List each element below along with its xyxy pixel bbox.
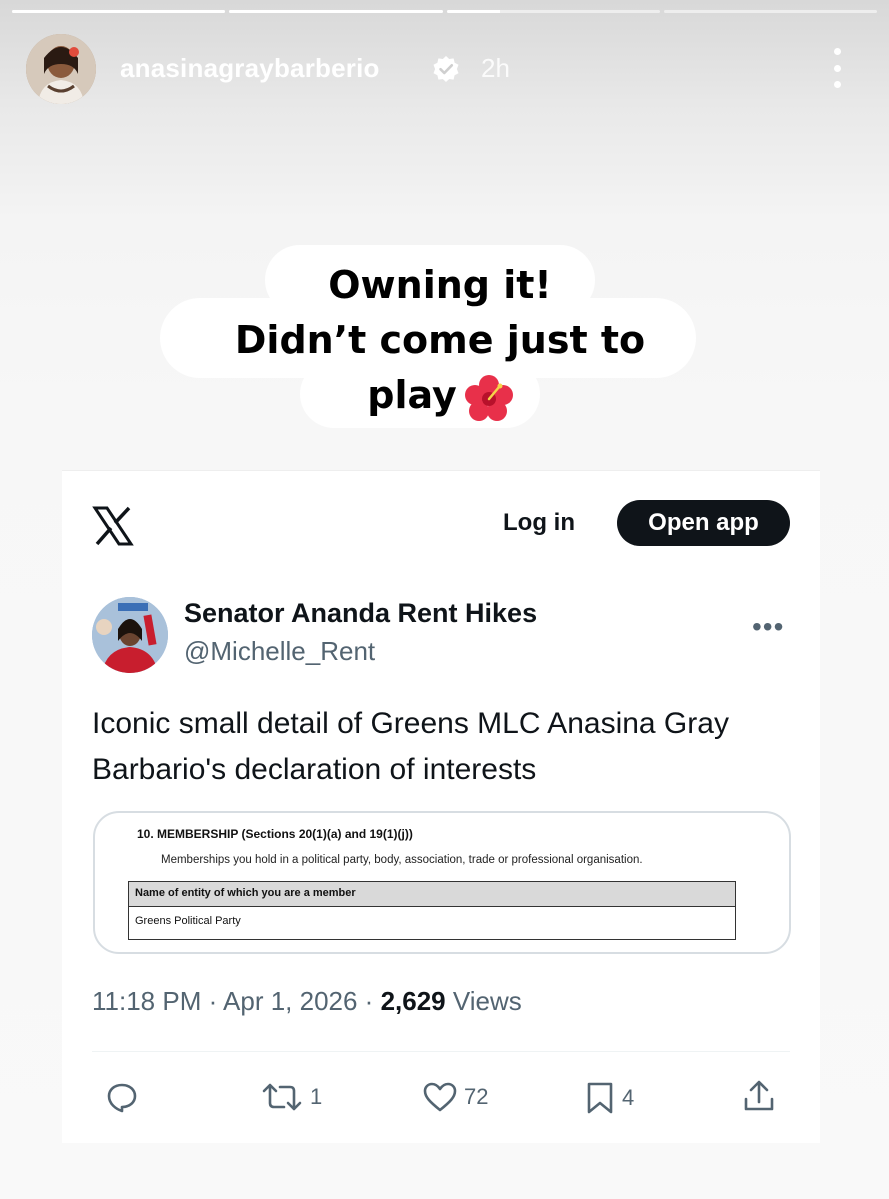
bookmark-count: 4 — [622, 1085, 635, 1110]
story-time: 2h — [481, 53, 510, 83]
author-avatar[interactable] — [92, 597, 168, 673]
story-caption: Owning it! Didn’t come just to play — [160, 258, 720, 423]
caption-line: Owning it! — [328, 263, 552, 307]
heart-icon — [423, 1082, 457, 1112]
tweet-card: Log in Open app Senator Ananda Rent Hike… — [62, 470, 820, 1143]
like-button[interactable]: 72 — [422, 1081, 488, 1113]
divider — [92, 1051, 790, 1052]
bookmark-button[interactable]: 4 — [584, 1081, 634, 1115]
doc-table-cell: Greens Political Party — [135, 915, 241, 927]
progress-segment — [229, 10, 443, 13]
doc-table-header: Name of entity of which you are a member — [129, 882, 735, 907]
progress-segment — [12, 10, 226, 13]
verified-badge-icon — [433, 56, 459, 82]
caption-line: Didn’t come just to — [234, 318, 646, 362]
bookmark-icon — [587, 1082, 613, 1114]
tweet-meta: 11:18 PM · Apr 1, 2026 · 2,629 Views — [92, 986, 522, 1017]
like-count: 72 — [464, 1084, 489, 1109]
repost-count: 1 — [310, 1084, 323, 1109]
views-count: 2,629 — [380, 986, 446, 1016]
caption-line: play — [367, 373, 457, 417]
tweet-actions: 1 72 4 — [92, 1071, 792, 1121]
x-logo-icon[interactable] — [92, 505, 134, 547]
story-username[interactable]: anasinagraybarberio — [120, 53, 380, 84]
doc-table: Name of entity of which you are a member… — [128, 881, 736, 940]
repost-icon — [262, 1083, 302, 1111]
profile-avatar[interactable] — [26, 34, 96, 104]
open-app-button[interactable]: Open app — [617, 500, 790, 546]
doc-heading: 10. MEMBERSHIP (Sections 20(1)(a) and 19… — [137, 827, 413, 841]
progress-segment — [446, 10, 660, 13]
repost-button[interactable]: 1 — [260, 1081, 322, 1113]
author-name[interactable]: Senator Ananda Rent Hikes — [184, 598, 537, 629]
story-progress — [12, 10, 877, 13]
tweet-media-image[interactable]: 10. MEMBERSHIP (Sections 20(1)(a) and 19… — [93, 811, 791, 954]
views-label: Views — [445, 986, 522, 1016]
reply-button[interactable] — [106, 1081, 144, 1113]
more-options-icon[interactable] — [828, 48, 846, 88]
tweet-text: Iconic small detail of Greens MLC Anasin… — [92, 707, 729, 786]
author-handle[interactable]: @Michelle_Rent — [184, 636, 375, 667]
doc-subheading: Memberships you hold in a political part… — [161, 854, 643, 866]
more-icon[interactable]: ••• — [752, 611, 784, 643]
reply-icon — [107, 1083, 137, 1113]
progress-segment — [663, 10, 877, 13]
share-button[interactable] — [742, 1079, 776, 1113]
hibiscus-icon — [464, 374, 513, 421]
share-icon — [744, 1080, 774, 1111]
tweet-timestamp[interactable]: 11:18 PM · Apr 1, 2026 · — [92, 986, 381, 1016]
login-link[interactable]: Log in — [503, 509, 575, 537]
